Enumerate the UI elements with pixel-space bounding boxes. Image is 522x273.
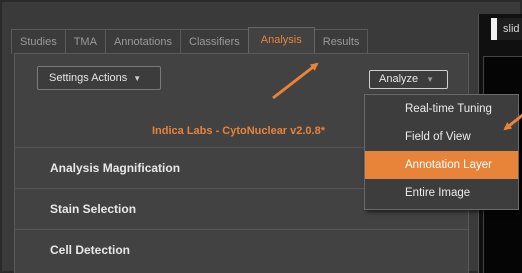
section-cell-detection[interactable]: Cell Detection: [15, 229, 470, 269]
tab-tma[interactable]: TMA: [64, 29, 106, 54]
tab-classifiers[interactable]: Classifiers: [180, 29, 249, 54]
tab-annotations[interactable]: Annotations: [104, 29, 182, 54]
menu-item-field-of-view[interactable]: Field of View: [365, 123, 518, 151]
menu-item-real-time-tuning[interactable]: Real-time Tuning: [365, 95, 518, 123]
analyze-button[interactable]: Analyze ▼: [369, 70, 448, 89]
tab-studies[interactable]: Studies: [11, 29, 66, 54]
analyze-label: Analyze: [379, 73, 419, 85]
chevron-down-icon: ▼: [426, 75, 435, 84]
menu-item-annotation-layer[interactable]: Annotation Layer: [365, 151, 518, 179]
chevron-down-icon: ▼: [133, 74, 142, 83]
tab-bar: Studies TMA Annotations Classifiers Anal…: [11, 27, 369, 54]
algorithm-title: Indica Labs - CytoNuclear v2.0.8*: [152, 125, 326, 137]
menu-item-entire-image[interactable]: Entire Image: [365, 179, 518, 207]
analyze-dropdown-menu: Real-time Tuning Field of View Annotatio…: [364, 94, 519, 210]
section-label: Stain Selection: [50, 202, 137, 216]
section-label: Analysis Magnification: [50, 161, 181, 175]
settings-actions-label: Settings Actions: [49, 72, 128, 84]
section-label: Cell Detection: [50, 243, 131, 257]
app-frame: Studies TMA Annotations Classifiers Anal…: [0, 0, 522, 273]
tab-analysis[interactable]: Analysis: [247, 27, 315, 53]
slide-label: slid: [491, 18, 522, 40]
tab-results[interactable]: Results: [313, 29, 369, 54]
settings-actions-button[interactable]: Settings Actions ▼: [37, 66, 161, 90]
